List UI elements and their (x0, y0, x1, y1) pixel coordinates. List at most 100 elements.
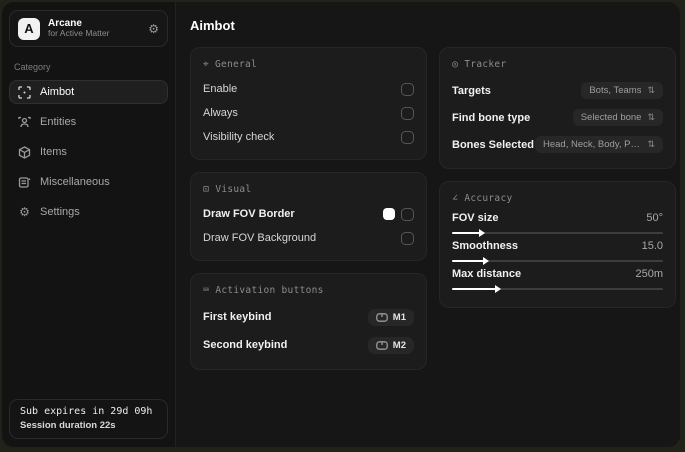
enable-checkbox[interactable] (401, 82, 414, 96)
chevron-up-down-icon: ⇅ (647, 139, 655, 149)
targets-dropdown[interactable]: Bots, Teams ⇅ (581, 82, 663, 99)
sidebar-item-entities[interactable]: Entities (9, 110, 168, 134)
smoothness-value: 15.0 (641, 240, 663, 252)
chevron-up-down-icon: ⇅ (647, 112, 655, 122)
bones-selected-label: Bones Selected (452, 138, 534, 151)
fov-size-value: 50° (646, 212, 663, 224)
visibility-check-checkbox[interactable] (401, 130, 414, 144)
find-bone-type-label: Find bone type (452, 111, 531, 124)
setting-row: Find bone type Selected bone ⇅ (452, 105, 663, 130)
slider-thumb[interactable] (482, 256, 489, 265)
visibility-check-label: Visibility check (203, 131, 275, 143)
first-keybind-label: First keybind (203, 311, 272, 323)
cube-icon (18, 145, 31, 159)
second-keybind-label: Second keybind (203, 339, 288, 351)
setting-row: Visibility check (203, 126, 414, 148)
find-bone-type-dropdown[interactable]: Selected bone ⇅ (572, 109, 663, 126)
slider-fill (452, 260, 486, 262)
always-checkbox[interactable] (401, 106, 414, 120)
sidebar-item-aimbot[interactable]: Aimbot (9, 80, 168, 104)
sidebar-item-label: Entities (40, 116, 77, 128)
draw-fov-border-label: Draw FOV Border (203, 208, 295, 220)
sidebar-item-label: Settings (40, 206, 80, 218)
accuracy-card: ∠ Accuracy FOV size 50° Smoothness 15.0 … (439, 181, 676, 308)
gear-icon: ⚙ (19, 205, 30, 219)
bones-selected-dropdown[interactable]: Head, Neck, Body, Pe... ⇅ (535, 136, 663, 153)
subscription-status-box: Sub expires in 29d 09h Session duration … (9, 399, 168, 439)
setting-row: Bones Selected Head, Neck, Body, Pe... ⇅ (452, 132, 663, 157)
mouse-icon (375, 312, 388, 322)
enable-label: Enable (203, 83, 238, 95)
sidebar-item-label: Miscellaneous (40, 176, 110, 188)
targets-label: Targets (452, 84, 491, 97)
targets-value: Bots, Teams (589, 85, 642, 96)
sub-expiry-text: Sub expires in 29d 09h (20, 406, 153, 417)
entity-scan-icon (18, 116, 31, 127)
sidebar-item-miscellaneous[interactable]: Miscellaneous (9, 170, 168, 194)
activation-section-title: Activation buttons (215, 285, 324, 296)
max-distance-slider[interactable] (452, 284, 663, 293)
tracker-icon: ◎ (452, 59, 459, 70)
max-distance-label: Max distance (452, 268, 522, 280)
mouse-icon (375, 340, 388, 350)
tracker-card: ◎ Tracker Targets Bots, Teams ⇅ Find bon… (439, 47, 676, 169)
first-keybind-value: M1 (392, 311, 406, 323)
app-logo-letter: A (24, 21, 34, 36)
slider-fill (452, 232, 482, 234)
general-card: ⌖ General Enable Always Visibility check (190, 47, 427, 160)
draw-fov-background-label: Draw FOV Background (203, 232, 317, 244)
setting-row: Always (203, 102, 414, 124)
smoothness-label: Smoothness (452, 240, 519, 252)
smoothness-row: Smoothness 15.0 (452, 240, 663, 265)
main-content: Aimbot ⌖ General Enable Always Visibilit… (176, 2, 680, 447)
setting-row: Targets Bots, Teams ⇅ (452, 78, 663, 103)
app-header: A Arcane for Active Matter ⚙ (9, 10, 168, 47)
first-keybind-button[interactable]: M1 (367, 308, 414, 326)
fov-border-color-swatch[interactable] (383, 208, 395, 220)
visual-card: ⊡ Visual Draw FOV Border Draw FOV Backgr… (190, 172, 427, 261)
monitor-icon: ⊡ (203, 184, 210, 195)
bones-selected-value: Head, Neck, Body, Pe... (543, 139, 642, 150)
fov-size-slider[interactable] (452, 228, 663, 237)
fov-size-row: FOV size 50° (452, 212, 663, 237)
find-bone-type-value: Selected bone (580, 112, 642, 123)
fov-size-label: FOV size (452, 212, 499, 224)
general-section-title: General (214, 59, 258, 70)
sidebar-item-label: Items (40, 146, 67, 158)
app-logo: A (18, 17, 40, 40)
slider-thumb[interactable] (478, 228, 485, 237)
crosshair-icon: ⌖ (203, 59, 209, 70)
app-window: A Arcane for Active Matter ⚙ Category Ai… (2, 2, 680, 447)
sidebar-item-items[interactable]: Items (9, 140, 168, 164)
setting-row: Enable (203, 78, 414, 100)
second-keybind-button[interactable]: M2 (367, 336, 414, 354)
keyboard-icon: ⌨ (203, 285, 210, 296)
setting-row: Draw FOV Background (203, 227, 414, 249)
setting-row: Second keybind M2 (203, 332, 414, 358)
setting-row: First keybind M1 (203, 304, 414, 330)
visual-section-title: Visual (215, 184, 252, 195)
misc-list-icon (18, 176, 31, 188)
app-subtitle: for Active Matter (48, 28, 110, 39)
slider-thumb[interactable] (495, 284, 502, 293)
setting-row: Draw FOV Border (203, 203, 414, 225)
max-distance-row: Max distance 250m (452, 268, 663, 293)
page-title: Aimbot (190, 18, 235, 33)
sidebar-nav: Aimbot Entities Items Miscellaneous ⚙ Se… (9, 80, 168, 224)
gear-icon[interactable]: ⚙ (148, 22, 159, 36)
slider-fill (452, 288, 499, 290)
sidebar-item-settings[interactable]: ⚙ Settings (9, 200, 168, 224)
category-label: Category (14, 62, 51, 72)
aim-frame-icon (18, 85, 31, 99)
draw-fov-background-checkbox[interactable] (401, 231, 414, 245)
smoothness-slider[interactable] (452, 256, 663, 265)
sidebar: A Arcane for Active Matter ⚙ Category Ai… (2, 2, 176, 447)
max-distance-value: 250m (635, 268, 663, 280)
draw-fov-border-checkbox[interactable] (401, 207, 414, 221)
tracker-section-title: Tracker (464, 59, 507, 70)
accuracy-section-title: Accuracy (464, 193, 513, 204)
sidebar-item-label: Aimbot (40, 86, 75, 98)
second-keybind-value: M2 (392, 339, 406, 351)
chevron-up-down-icon: ⇅ (647, 85, 655, 95)
activation-card: ⌨ Activation buttons First keybind M1 Se… (190, 273, 427, 370)
